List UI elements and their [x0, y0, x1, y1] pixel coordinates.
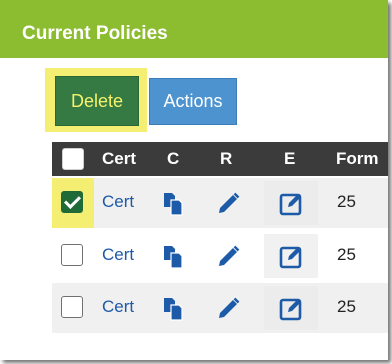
- copy-icon[interactable]: [162, 244, 188, 270]
- form-value: 25: [337, 192, 356, 211]
- pencil-icon[interactable]: [215, 244, 241, 270]
- cert-link[interactable]: Cert: [102, 244, 134, 266]
- edit-square-icon[interactable]: [279, 191, 305, 217]
- column-header-cert: Cert: [102, 149, 137, 168]
- edit-square-icon[interactable]: [279, 296, 305, 322]
- table-row: Cert 25: [52, 283, 388, 333]
- column-header-r: R: [220, 149, 233, 168]
- cert-link[interactable]: Cert: [102, 191, 134, 213]
- row-checkbox[interactable]: [61, 244, 83, 266]
- form-value: 25: [337, 245, 356, 264]
- pencil-icon[interactable]: [215, 296, 241, 322]
- edit-square-icon[interactable]: [279, 244, 305, 270]
- copy-icon[interactable]: [162, 296, 188, 322]
- table-row: Cert 25: [52, 178, 388, 228]
- table-row: Cert 25: [52, 231, 388, 281]
- pencil-icon[interactable]: [215, 191, 241, 217]
- column-header-form: Form: [336, 149, 379, 168]
- panel-header: Current Policies: [0, 0, 388, 58]
- copy-icon[interactable]: [162, 191, 188, 217]
- select-all-checkbox[interactable]: [62, 148, 84, 170]
- panel-title: Current Policies: [22, 23, 168, 44]
- row-checkbox[interactable]: [61, 296, 83, 318]
- form-value: 25: [337, 297, 356, 316]
- column-header-c: C: [167, 149, 180, 168]
- cert-link[interactable]: Cert: [102, 296, 134, 318]
- table-header-row: Cert C R E Form: [52, 142, 388, 176]
- delete-button[interactable]: Delete: [55, 76, 139, 126]
- row-checkbox[interactable]: [61, 191, 83, 213]
- actions-button[interactable]: Actions: [149, 78, 237, 125]
- current-policies-panel: Current Policies Delete Actions Cert C R…: [0, 0, 388, 360]
- column-header-e: E: [284, 149, 296, 168]
